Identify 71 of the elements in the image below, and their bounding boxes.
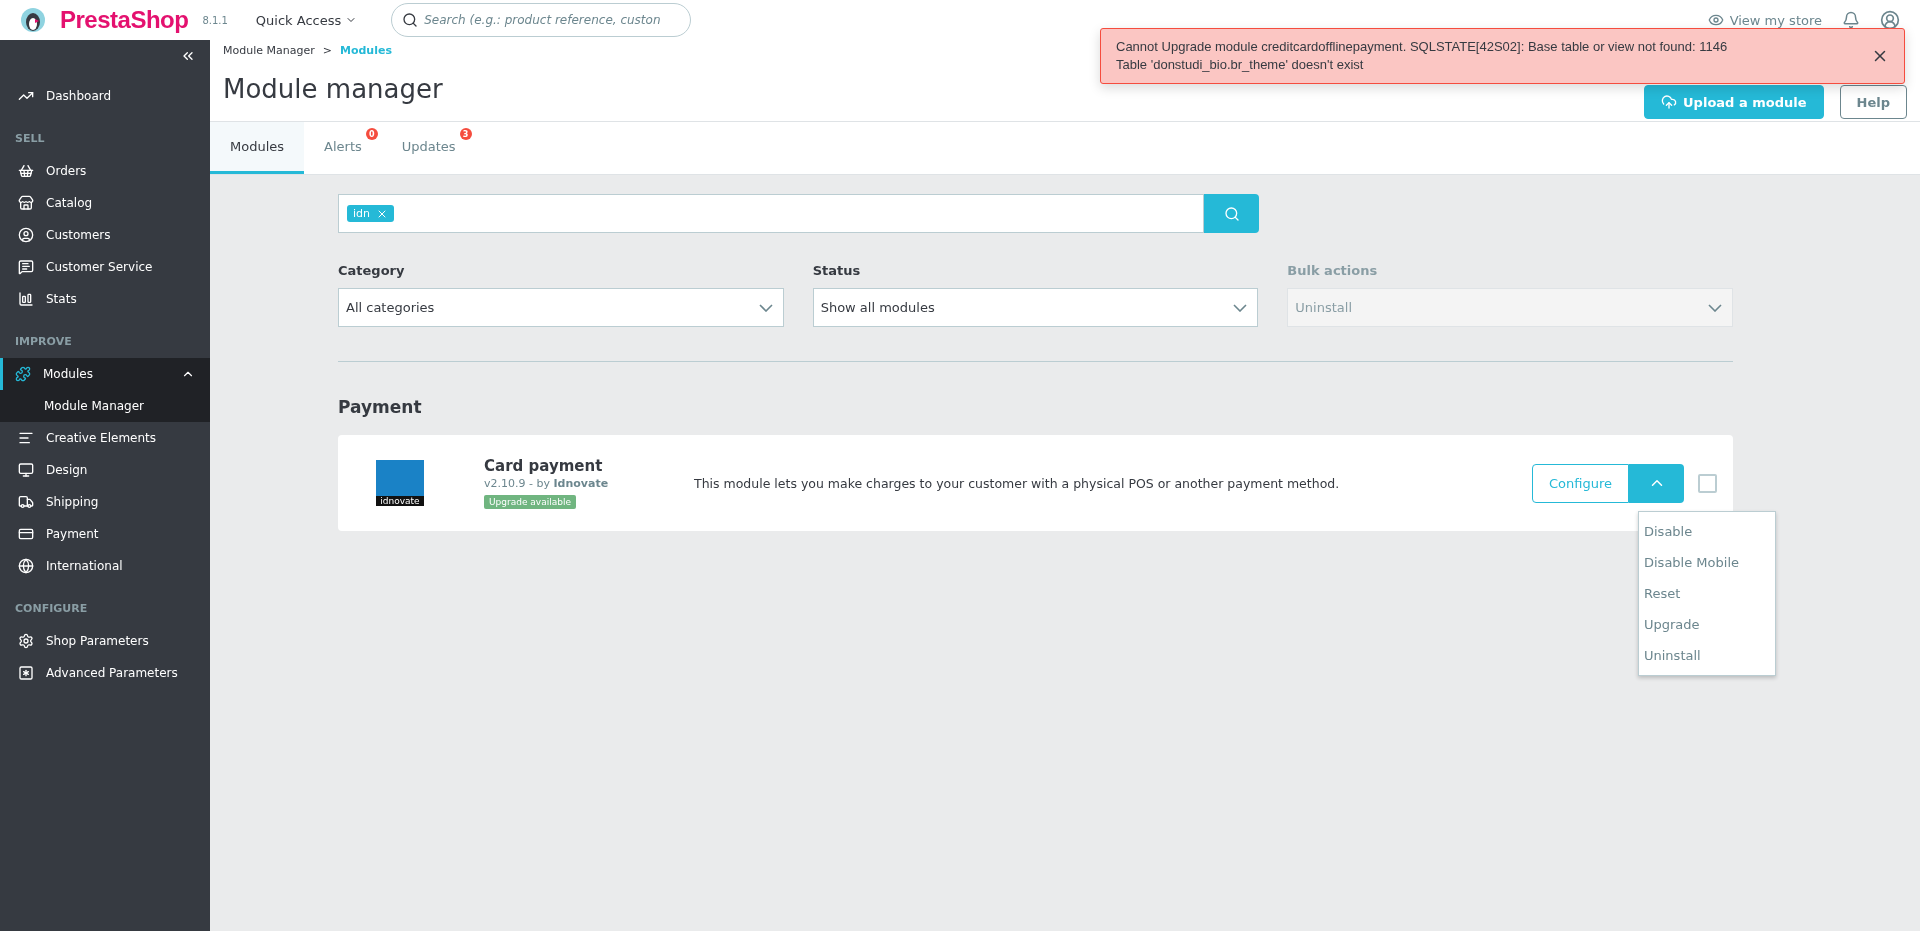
settings-icon	[18, 633, 34, 649]
sidebar-item[interactable]: Customers	[0, 219, 210, 251]
store-icon	[18, 195, 34, 211]
page-title: Module manager	[223, 74, 443, 104]
user-icon	[18, 227, 34, 243]
view-store-link[interactable]: View my store	[1707, 12, 1822, 28]
checkbox[interactable]	[1698, 473, 1717, 493]
sidebar-item[interactable]: Modules	[0, 358, 210, 390]
chevron-icon	[1233, 303, 1248, 312]
filter-label: Bulk actions	[1287, 263, 1379, 278]
sidebar-item[interactable]: Dashboard	[0, 80, 210, 112]
card-icon	[18, 526, 34, 542]
chat-icon	[18, 259, 34, 275]
tab[interactable]: Modules	[210, 122, 305, 174]
logo: PrestaShop	[60, 6, 189, 34]
section-heading: CONFIGURE	[14, 601, 89, 617]
search-icon	[402, 12, 419, 28]
sidebar-item[interactable]: Advanced Parameters	[0, 657, 210, 689]
help-button[interactable]: Help	[1839, 85, 1907, 119]
sidebar-subitem[interactable]: Module Manager	[0, 390, 210, 422]
chevron-icon	[758, 303, 773, 312]
module-logo: idnovate	[376, 460, 424, 506]
sidebar-item[interactable]: Orders	[0, 155, 210, 187]
sidebar-item[interactable]: Catalog	[0, 187, 210, 219]
chart-icon	[18, 291, 34, 307]
lines-icon	[18, 430, 34, 446]
sidebar-item[interactable]: Shipping	[0, 486, 210, 518]
sidebar-item[interactable]: Creative Elements	[0, 422, 210, 454]
globe-icon	[18, 558, 34, 574]
avatar-icon[interactable]	[1880, 10, 1900, 30]
filter-label: Category	[338, 263, 406, 278]
section-heading: IMPROVE	[14, 334, 73, 350]
module-version: v2.10.9 - by Idnovate	[484, 477, 609, 490]
select-field: Uninstall	[1287, 288, 1733, 327]
quick-access-menu[interactable]: Quick Access	[255, 12, 358, 28]
eye-icon	[1707, 12, 1724, 28]
module-name: Card payment	[484, 457, 603, 475]
select-field[interactable]: All categories	[338, 288, 784, 327]
sidebar-item[interactable]: Customer Service	[0, 251, 210, 283]
breadcrumb-link[interactable]: Module Manager	[223, 44, 315, 57]
penguin-icon	[20, 7, 46, 33]
monitor-icon	[18, 462, 34, 478]
basket-icon	[18, 163, 34, 179]
upload-icon	[1661, 94, 1678, 110]
filter-label: Status	[812, 263, 862, 278]
dropdown-toggle[interactable]	[1629, 463, 1684, 503]
menu-item[interactable]: Reset	[1639, 578, 1775, 609]
truck-icon	[18, 494, 34, 510]
alert-message: Cannot Upgrade module creditcardofflinepayment. SQLSTATE[42S02]: Base table or view not found: 1146 Table 'donstudi_bio.br_theme' doesn't exist	[1116, 38, 1728, 74]
sidebar-item[interactable]: Shop Parameters	[0, 625, 210, 657]
sidebar-item[interactable]: Design	[0, 454, 210, 486]
menu-item[interactable]: Uninstall	[1639, 640, 1775, 671]
sidebar-item[interactable]: Payment	[0, 518, 210, 550]
menu-item[interactable]: Upgrade	[1639, 609, 1775, 640]
select-field[interactable]: Show all modules	[812, 288, 1259, 327]
count-badge: 3	[459, 128, 472, 140]
chevron-icon	[1708, 303, 1722, 312]
search-icon	[1223, 205, 1240, 222]
sidebar-item[interactable]: International	[0, 550, 210, 582]
puzzle-icon	[15, 366, 31, 382]
version-label: 8.1.1	[202, 14, 228, 26]
module-description: This module lets you make charges to your customer with a physical POS or another payment method.	[694, 475, 1341, 491]
menu-item[interactable]: Disable Mobile	[1639, 547, 1775, 578]
upgrade-badge: Upgrade available	[484, 495, 576, 509]
sidebar-item[interactable]: Stats	[0, 283, 210, 315]
count-badge: 0	[365, 128, 378, 140]
bell-icon[interactable]	[1842, 11, 1860, 29]
section-heading: SELL	[14, 131, 46, 147]
menu-item[interactable]: Disable	[1639, 516, 1775, 547]
section-heading: Payment	[338, 397, 423, 417]
breadcrumb-separator: >	[322, 44, 332, 57]
